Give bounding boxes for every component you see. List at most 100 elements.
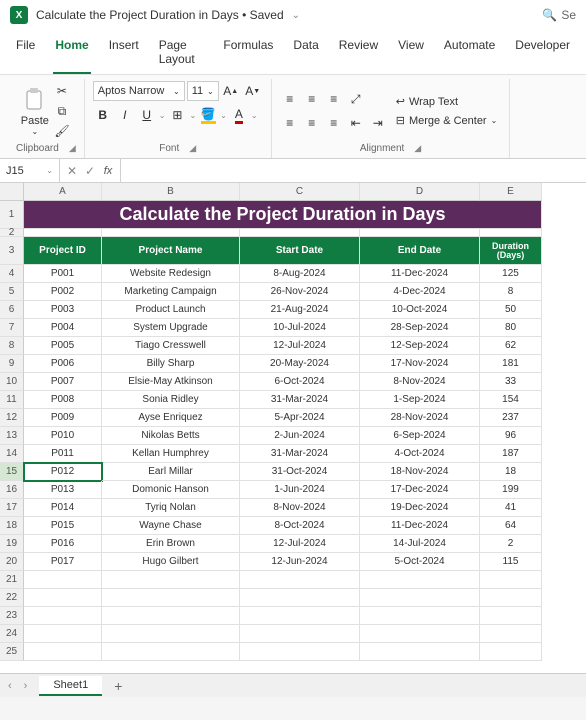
cell[interactable]: Website Redesign	[102, 265, 240, 283]
cell[interactable]: 12-Jul-2024	[240, 535, 360, 553]
cell[interactable]	[24, 571, 102, 589]
align-middle-button[interactable]: ≡	[302, 89, 322, 109]
row-header[interactable]: 22	[0, 589, 24, 607]
cell[interactable]: Billy Sharp	[102, 355, 240, 373]
insert-function-button[interactable]: fx	[100, 165, 116, 177]
cell[interactable]: 11-Dec-2024	[360, 517, 480, 535]
ribbon-tab-automate[interactable]: Automate	[442, 30, 497, 74]
cell[interactable]: 125	[480, 265, 542, 283]
align-top-button[interactable]: ≡	[280, 89, 300, 109]
row-header[interactable]: 9	[0, 355, 24, 373]
cell[interactable]: 187	[480, 445, 542, 463]
table-header[interactable]: Start Date	[240, 237, 360, 265]
cell[interactable]	[24, 589, 102, 607]
cell[interactable]: P007	[24, 373, 102, 391]
cell[interactable]: 62	[480, 337, 542, 355]
table-header[interactable]: End Date	[360, 237, 480, 265]
font-name-select[interactable]: Aptos Narrow⌄	[93, 81, 185, 101]
cell[interactable]: 199	[480, 481, 542, 499]
formula-input[interactable]	[120, 159, 586, 182]
cell[interactable]: 8-Oct-2024	[240, 517, 360, 535]
ribbon-tab-home[interactable]: Home	[53, 30, 90, 74]
cell[interactable]: 28-Sep-2024	[360, 319, 480, 337]
cell[interactable]: Earl Millar	[102, 463, 240, 481]
ribbon-tab-file[interactable]: File	[14, 30, 37, 74]
ribbon-tab-formulas[interactable]: Formulas	[221, 30, 275, 74]
cell[interactable]	[102, 625, 240, 643]
paste-button[interactable]: Paste ⌄	[21, 87, 49, 136]
cell[interactable]: 8-Nov-2024	[360, 373, 480, 391]
cell[interactable]	[360, 643, 480, 661]
format-painter-button[interactable]: 🖌	[53, 123, 71, 139]
cell[interactable]: 5-Oct-2024	[360, 553, 480, 571]
cancel-formula-button[interactable]: ✕	[64, 164, 80, 178]
row-header[interactable]: 18	[0, 517, 24, 535]
cell[interactable]: 8-Nov-2024	[240, 499, 360, 517]
cell[interactable]: P008	[24, 391, 102, 409]
cell[interactable]: Nikolas Betts	[102, 427, 240, 445]
ribbon-tab-developer[interactable]: Developer	[513, 30, 572, 74]
sheet-title[interactable]: Calculate the Project Duration in Days	[24, 201, 542, 229]
cell[interactable]	[480, 643, 542, 661]
cell[interactable]: Domonic Hanson	[102, 481, 240, 499]
row-header[interactable]: 7	[0, 319, 24, 337]
cell[interactable]	[102, 643, 240, 661]
row-header[interactable]: 15	[0, 463, 24, 481]
row-header[interactable]: 13	[0, 427, 24, 445]
row-header[interactable]: 19	[0, 535, 24, 553]
cell[interactable]: 6-Sep-2024	[360, 427, 480, 445]
cell[interactable]: P013	[24, 481, 102, 499]
cell[interactable]	[360, 571, 480, 589]
cell[interactable]: 96	[480, 427, 542, 445]
font-color-button[interactable]: A	[229, 105, 249, 125]
cell[interactable]: Elsie-May Atkinson	[102, 373, 240, 391]
cell[interactable]	[24, 229, 102, 237]
cell[interactable]: Ayse Enriquez	[102, 409, 240, 427]
cell[interactable]: 6-Oct-2024	[240, 373, 360, 391]
cell[interactable]	[102, 229, 240, 237]
cell[interactable]: System Upgrade	[102, 319, 240, 337]
row-header[interactable]: 11	[0, 391, 24, 409]
cell[interactable]: 31-Mar-2024	[240, 445, 360, 463]
cell[interactable]	[360, 625, 480, 643]
cell[interactable]: 12-Jun-2024	[240, 553, 360, 571]
cell[interactable]: 26-Nov-2024	[240, 283, 360, 301]
row-header[interactable]: 8	[0, 337, 24, 355]
cell[interactable]: 12-Jul-2024	[240, 337, 360, 355]
cell[interactable]: P002	[24, 283, 102, 301]
cell[interactable]: 181	[480, 355, 542, 373]
cell[interactable]: 1-Jun-2024	[240, 481, 360, 499]
row-header[interactable]: 10	[0, 373, 24, 391]
col-header-B[interactable]: B	[102, 183, 240, 201]
align-center-button[interactable]: ≡	[302, 113, 322, 133]
cell[interactable]: P001	[24, 265, 102, 283]
sheet-tab-active[interactable]: Sheet1	[39, 676, 102, 696]
cell[interactable]: 50	[480, 301, 542, 319]
cell[interactable]	[24, 643, 102, 661]
title-dropdown-icon[interactable]: ⌄	[292, 10, 300, 21]
cut-button[interactable]: ✂	[53, 83, 71, 99]
cell[interactable]: P003	[24, 301, 102, 319]
decrease-indent-button[interactable]: ⇤	[346, 113, 366, 133]
cell[interactable]: Erin Brown	[102, 535, 240, 553]
cell[interactable]	[360, 589, 480, 607]
cell[interactable]: 64	[480, 517, 542, 535]
cell[interactable]: 154	[480, 391, 542, 409]
align-bottom-button[interactable]: ≡	[324, 89, 344, 109]
borders-button[interactable]: ⊞	[167, 105, 187, 125]
col-header-C[interactable]: C	[240, 183, 360, 201]
enter-formula-button[interactable]: ✓	[82, 164, 98, 178]
cell[interactable]	[240, 589, 360, 607]
orientation-button[interactable]: ⤢	[346, 89, 366, 109]
cell[interactable]	[240, 643, 360, 661]
cell[interactable]	[480, 229, 542, 237]
cell[interactable]: Tiago Cresswell	[102, 337, 240, 355]
cell[interactable]: P017	[24, 553, 102, 571]
table-header[interactable]: Project ID	[24, 237, 102, 265]
table-header[interactable]: Duration(Days)	[480, 237, 542, 265]
row-header[interactable]: 25	[0, 643, 24, 661]
cell[interactable]	[360, 607, 480, 625]
cell[interactable]	[240, 625, 360, 643]
sheet-nav-prev[interactable]: ‹	[8, 680, 12, 692]
cell[interactable]: Wayne Chase	[102, 517, 240, 535]
